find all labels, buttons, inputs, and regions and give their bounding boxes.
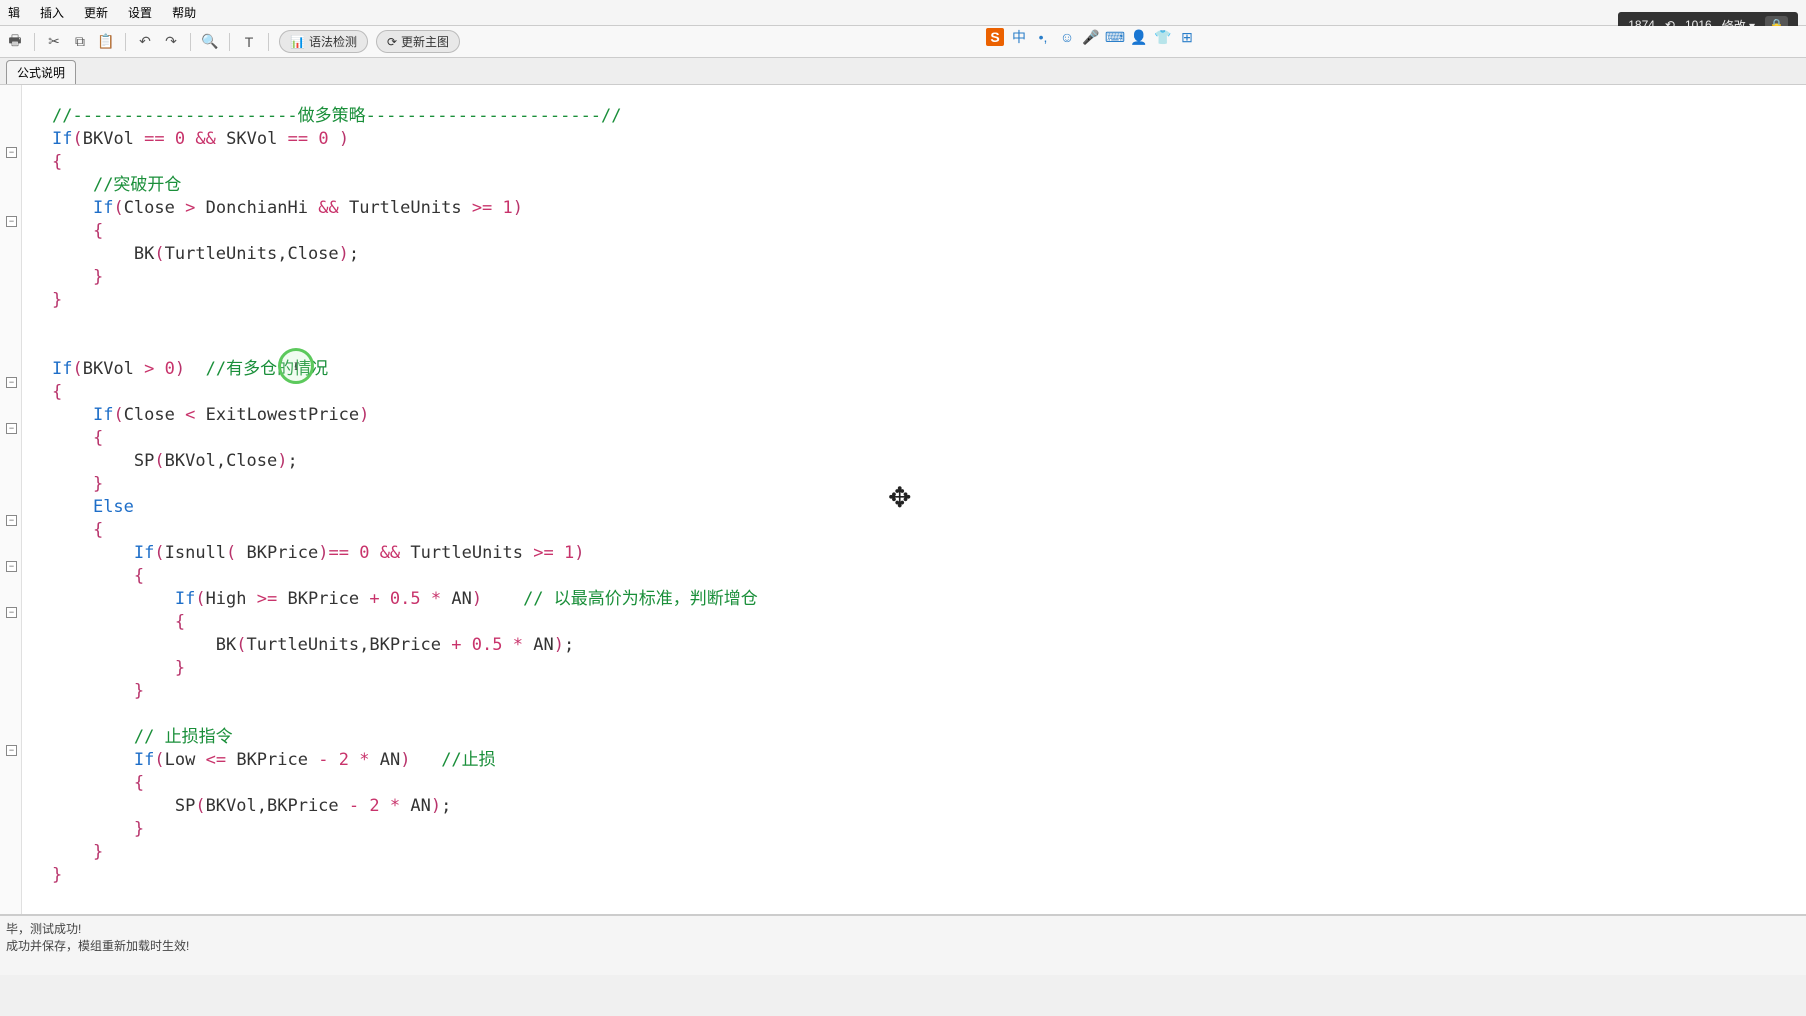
fold-toggle[interactable]: − (6, 147, 17, 158)
paste-icon[interactable]: 📋 (97, 33, 115, 51)
ime-emoji-icon[interactable]: ☺ (1058, 28, 1076, 46)
code-area[interactable]: //----------------------做多策略------------… (22, 85, 1806, 914)
ime-skin-icon[interactable]: 👕 (1154, 28, 1172, 46)
fold-toggle[interactable]: − (6, 216, 17, 227)
output-line: 成功并保存，模组重新加载时生效! (6, 937, 1800, 954)
syntax-check-button[interactable]: 📊 语法检测 (279, 30, 368, 53)
copy-icon[interactable]: ⧉ (71, 33, 89, 51)
output-line: 毕，测试成功! (6, 920, 1800, 937)
menu-help[interactable]: 帮助 (168, 2, 200, 23)
text-icon[interactable]: T (240, 33, 258, 51)
menu-edit[interactable]: 辑 (4, 2, 24, 23)
ime-mic-icon[interactable]: 🎤 (1082, 28, 1100, 46)
ime-toolbar: S 中 •, ☺ 🎤 ⌨ 👤 👕 ⊞ (986, 28, 1196, 46)
cut-icon[interactable]: ✂ (45, 33, 63, 51)
tab-formula-desc[interactable]: 公式说明 (6, 60, 76, 84)
fold-toggle[interactable]: − (6, 515, 17, 526)
ime-cn-icon[interactable]: 中 (1010, 28, 1028, 46)
fold-toggle[interactable]: − (6, 423, 17, 434)
ime-grid-icon[interactable]: ⊞ (1178, 28, 1196, 46)
print-icon[interactable]: 🖶 (6, 33, 24, 51)
fold-toggle[interactable]: − (6, 377, 17, 388)
chart-icon: 📊 (290, 35, 305, 49)
menu-bar: 辑 插入 更新 设置 帮助 (0, 0, 1806, 26)
redo-icon[interactable]: ↷ (162, 33, 180, 51)
fold-gutter: − − − − − − − − (0, 85, 22, 914)
menu-update[interactable]: 更新 (80, 2, 112, 23)
fold-toggle[interactable]: − (6, 607, 17, 618)
menu-insert[interactable]: 插入 (36, 2, 68, 23)
sogou-logo-icon[interactable]: S (986, 28, 1004, 46)
code-editor[interactable]: − − − − − − − − //----------------------… (0, 85, 1806, 915)
undo-icon[interactable]: ↶ (136, 33, 154, 51)
fold-toggle[interactable]: − (6, 561, 17, 572)
search-icon[interactable]: 🔍 (201, 33, 219, 51)
fold-toggle[interactable]: − (6, 745, 17, 756)
tab-bar: 公式说明 (0, 58, 1806, 85)
toolbar: 🖶 ✂ ⧉ 📋 ↶ ↷ 🔍 T 📊 语法检测 ⟳ 更新主图 S 中 •, ☺ 🎤… (0, 26, 1806, 58)
menu-settings[interactable]: 设置 (124, 2, 156, 23)
ime-keyboard-icon[interactable]: ⌨ (1106, 28, 1124, 46)
ime-punct-icon[interactable]: •, (1034, 28, 1052, 46)
output-panel: 毕，测试成功! 成功并保存，模组重新加载时生效! (0, 915, 1806, 975)
ime-user-icon[interactable]: 👤 (1130, 28, 1148, 46)
refresh-icon: ⟳ (387, 35, 397, 49)
update-chart-button[interactable]: ⟳ 更新主图 (376, 30, 460, 53)
